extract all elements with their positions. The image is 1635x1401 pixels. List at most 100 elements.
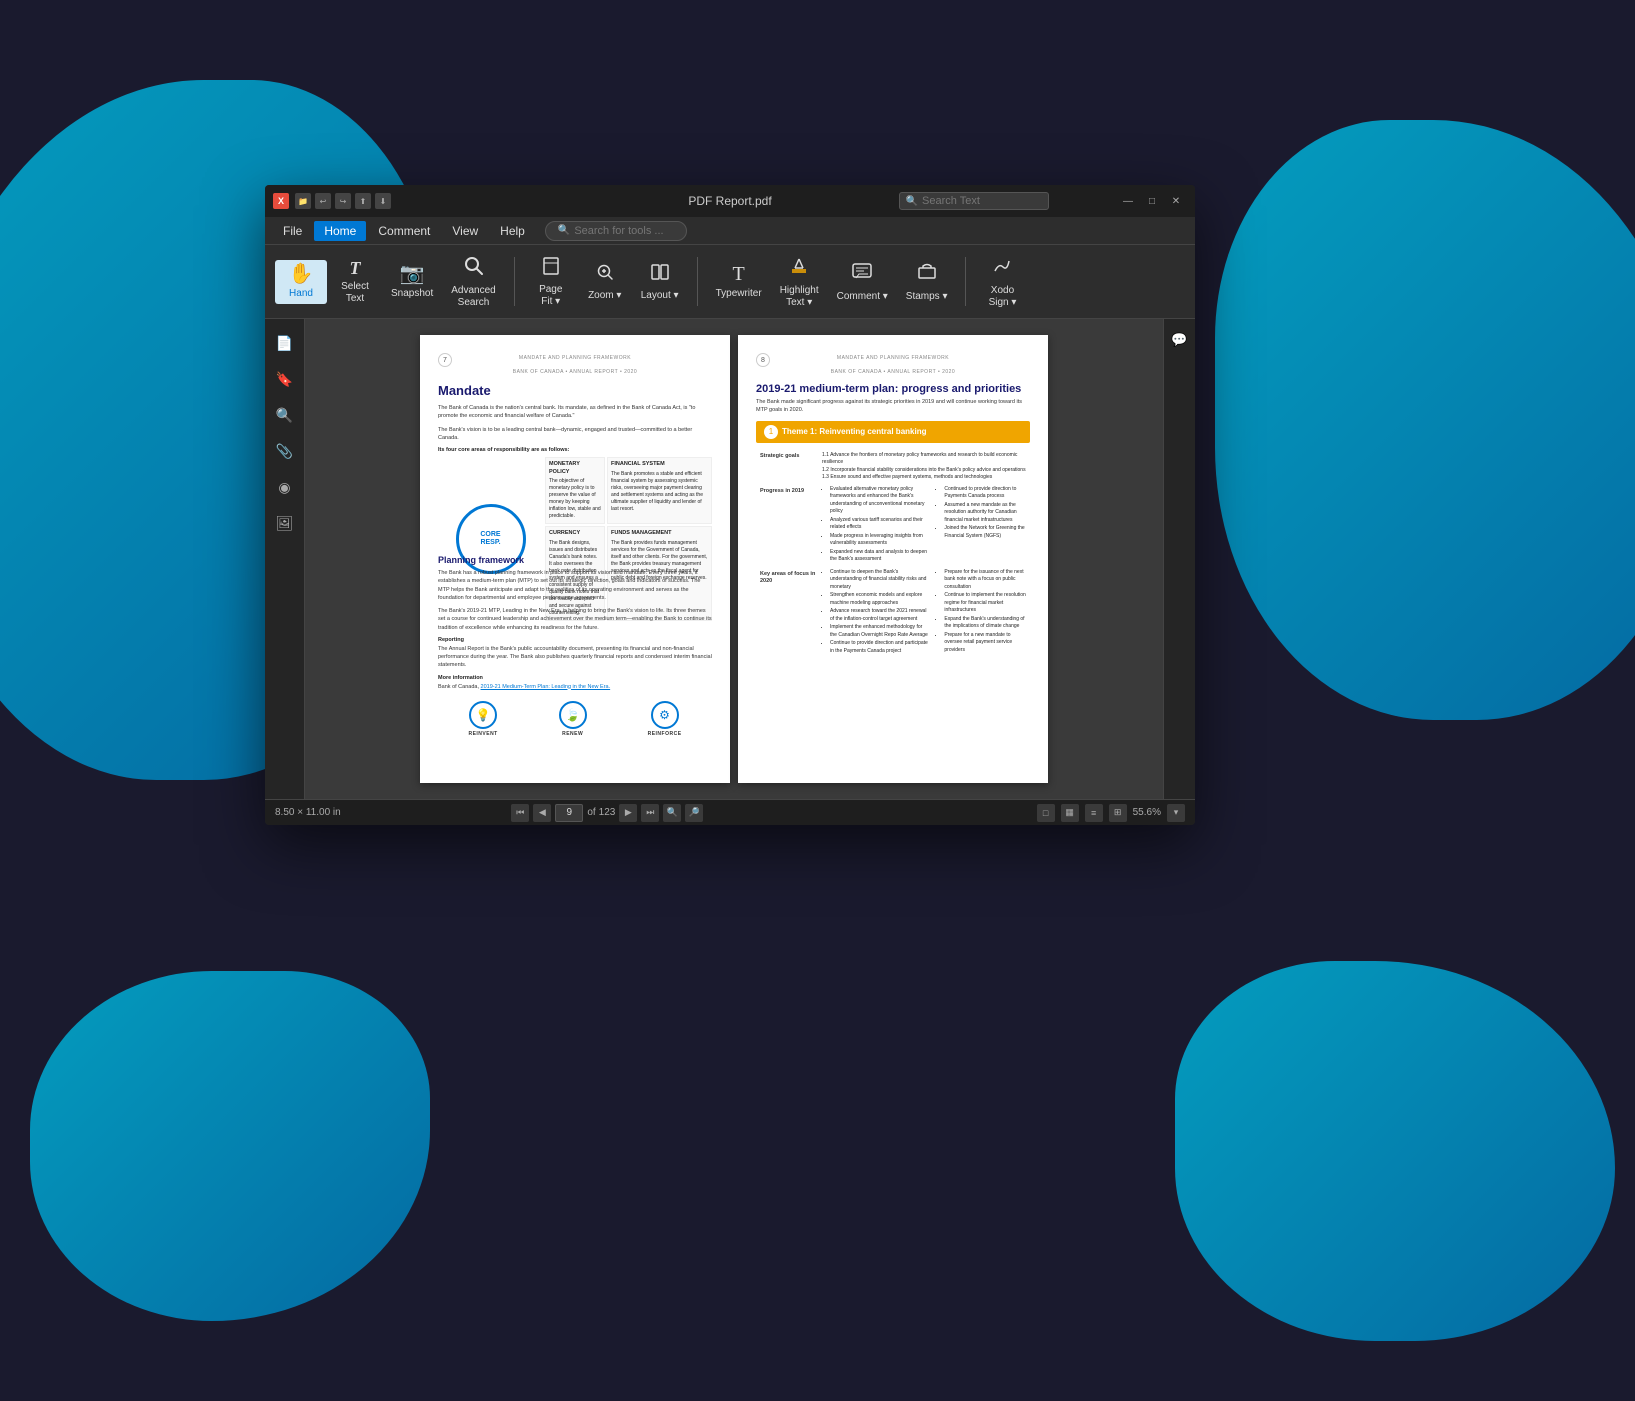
highlight-icon [788,255,810,281]
toolbar-group-view: PageFit ▾ Zoom ▾ [521,249,691,314]
toolbar-stamps-button[interactable]: Stamps ▾ [898,257,956,307]
app-window: X 📁 ↩ ↪ ⬆ ⬇ PDF Report.pdf 🔍 — □ ✕ File [265,185,1195,825]
system-icon-redo[interactable]: ↪ [335,193,351,209]
financial-system-text: The Bank promotes a stable and efficient… [611,471,708,513]
layout-icon [650,262,670,286]
toolbar-hand-button[interactable]: ✋ Hand [275,260,327,304]
first-page-button[interactable]: ⏮ [511,804,529,822]
toolbar-typewriter-button[interactable]: T Typewriter [708,260,770,304]
key-areas-col-right: Prepare for the issuance of the next ban… [934,568,1028,658]
monetary-policy-text: The objective of monetary policy is to p… [549,478,601,520]
zoom-icon [595,262,615,286]
chat-button[interactable]: 💬 [1167,327,1193,353]
highlight-label: HighlightText ▾ [780,285,819,309]
toolbar-highlight-button[interactable]: HighlightText ▾ [772,251,827,313]
page-size-text: 8.50 × 11.00 in [275,807,341,818]
sidebar-pages-button[interactable]: 📄 [269,327,301,359]
toolbar-layout-button[interactable]: Layout ▾ [633,258,687,306]
renew-circle: 🍃 [559,701,587,729]
view-double-button[interactable]: ▦ [1061,804,1079,822]
maximize-button[interactable]: □ [1141,191,1163,211]
sidebar-images-button[interactable]: 🖼 [269,507,301,539]
page-7-subheader: BANK OF CANADA • ANNUAL REPORT • 2020 [438,369,712,375]
pdf-viewer[interactable]: 7 MANDATE AND PLANNING FRAMEWORK BANK OF… [305,319,1163,799]
fit-button[interactable]: ⊞ [1109,804,1127,822]
stamps-icon [916,261,938,287]
sidebar-bookmarks-button[interactable]: 🔖 [269,363,301,395]
toolbar-comment-button[interactable]: Comment ▾ [829,257,896,307]
menu-help[interactable]: Help [490,221,535,241]
mandate-body1: The Bank of Canada is the nation's centr… [438,404,712,421]
zoom-label: Zoom ▾ [588,290,621,302]
zoom-dropdown-button[interactable]: ▾ [1167,804,1185,822]
bg-blob-bottom-left [30,971,430,1321]
pdf-page-7: 7 MANDATE AND PLANNING FRAMEWORK BANK OF… [420,335,730,783]
title-search-bar[interactable]: 🔍 [899,192,1049,210]
toolbar-zoom-button[interactable]: Zoom ▾ [579,258,631,306]
zoom-level: 55.6% [1133,807,1161,818]
comment-icon [851,261,873,287]
page-number-input[interactable] [555,804,583,822]
system-icon-undo[interactable]: ↩ [315,193,331,209]
toolbar-xodo-sign-button[interactable]: XodoSign ▾ [976,251,1028,313]
menu-comment[interactable]: Comment [368,221,440,241]
bottom-icons: 💡 REINVENT 🍃 RENEW ⚙ REINFORCE [438,701,712,737]
reinforce-icon-item: ⚙ REINFORCE [648,701,682,737]
menu-search-input[interactable] [574,225,674,237]
toolbar-select-text-button[interactable]: T SelectText [329,255,381,309]
window-controls: — □ ✕ [1117,191,1187,211]
menu-home[interactable]: Home [314,221,366,241]
page-fit-icon [541,256,561,280]
system-icon-folder[interactable]: 📁 [295,193,311,209]
reinvent-label: REINVENT [468,731,497,737]
zoom-out-button[interactable]: 🔍 [663,804,681,822]
sidebar-attachments-button[interactable]: 📎 [269,435,301,467]
progress-list-right: Continued to provide direction to Paymen… [936,486,1026,541]
system-icon-down[interactable]: ⬇ [375,193,391,209]
view-scroll-button[interactable]: ≡ [1085,804,1103,822]
window-title: PDF Report.pdf [688,194,771,208]
sidebar-layers-button[interactable]: ◉ [269,471,301,503]
page-number-7: 7 [438,353,452,367]
reporting-title: Reporting [438,637,712,643]
menu-bar: File Home Comment View Help 🔍 [265,217,1195,245]
toolbar-snapshot-button[interactable]: 📷 Snapshot [383,260,441,304]
toolbar-sep-2 [697,257,698,306]
menu-file[interactable]: File [273,221,312,241]
reporting-text: The Annual Report is the Bank's public a… [438,645,712,670]
prev-page-button[interactable]: ◀ [533,804,551,822]
right-panel: 💬 [1163,319,1195,799]
advanced-search-label: AdvancedSearch [451,285,495,309]
page-number-8: 8 [756,353,770,367]
sidebar-search-button[interactable]: 🔍 [269,399,301,431]
mandate-title: Mandate [438,383,712,398]
toolbar-page-fit-button[interactable]: PageFit ▾ [525,252,577,312]
comment-label: Comment ▾ [837,291,888,303]
menu-view[interactable]: View [442,221,488,241]
title-bar: X 📁 ↩ ↪ ⬆ ⬇ PDF Report.pdf 🔍 — □ ✕ [265,185,1195,217]
progress-col-left: Evaluated alternative monetary policy fr… [820,485,932,566]
status-right: □ ▦ ≡ ⊞ 55.6% ▾ [1037,804,1185,822]
toolbar-advanced-search-button[interactable]: AdvancedSearch [443,251,503,313]
last-page-button[interactable]: ⏭ [641,804,659,822]
minimize-button[interactable]: — [1117,191,1139,211]
view-single-button[interactable]: □ [1037,804,1055,822]
system-icon-up[interactable]: ⬆ [355,193,371,209]
title-search-input[interactable] [922,195,1042,207]
zoom-in-button[interactable]: 🔎 [685,804,703,822]
page-7-header: MANDATE AND PLANNING FRAMEWORK [438,355,712,361]
typewriter-icon: T [733,264,745,284]
key-areas-list-right: Prepare for the issuance of the next ban… [936,569,1026,655]
hand-label: Hand [289,288,313,300]
page-total: of 123 [587,807,615,818]
content-table: Strategic goals 1.1 Advance the frontier… [756,449,1030,660]
key-areas-list-left: Continue to deepen the Bank's understand… [822,569,930,656]
next-page-button[interactable]: ▶ [619,804,637,822]
close-button[interactable]: ✕ [1165,191,1187,211]
hand-icon: ✋ [289,264,314,284]
menu-search-bar[interactable]: 🔍 [545,221,687,241]
search-icon: 🔍 [906,196,918,207]
typewriter-label: Typewriter [716,288,762,300]
toolbar-group-main: ✋ Hand T SelectText 📷 Snapshot [271,249,508,314]
page-size-display: 8.50 × 11.00 in [275,807,341,818]
